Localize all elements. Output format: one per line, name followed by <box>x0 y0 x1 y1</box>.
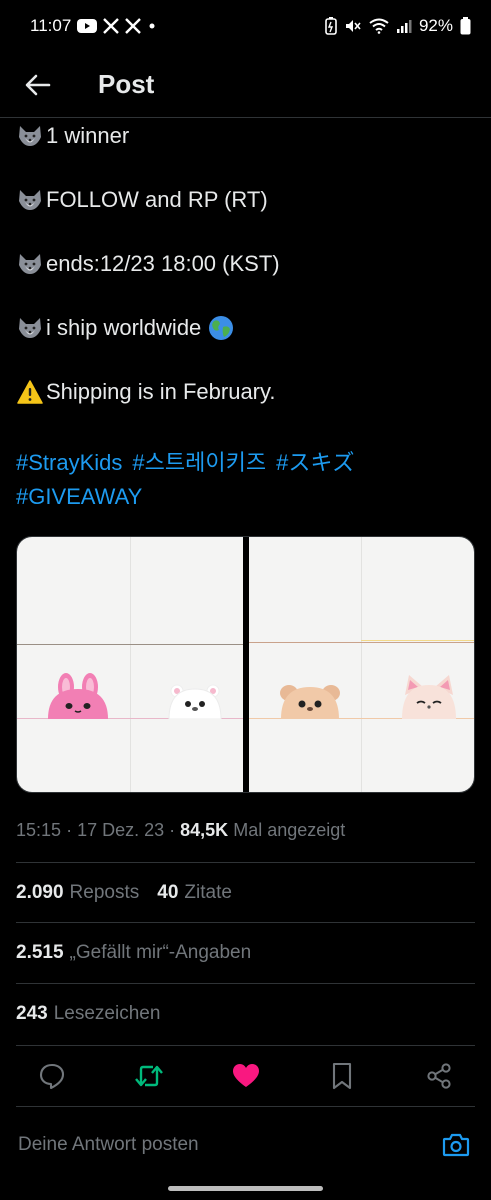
reply-icon <box>39 1063 65 1090</box>
reply-composer: Deine Antwort posten <box>0 1110 491 1180</box>
tweet-photo[interactable] <box>17 537 243 792</box>
back-button[interactable] <box>18 65 58 105</box>
tweet-line: Shipping is in February. <box>16 376 476 408</box>
post-meta: 15:15 · 17 Dez. 23 · 84,5K Mal angezeigt <box>16 820 345 841</box>
arrow-left-icon <box>25 74 51 95</box>
globe-emoji-icon <box>207 314 235 342</box>
likes-count[interactable]: 2.515 <box>16 942 64 964</box>
reposts-quotes-row: 2.090 Reposts 40 Zitate <box>16 862 475 922</box>
fox-plush <box>399 673 459 724</box>
x-logo-icon <box>103 18 120 34</box>
tweet-line-text: i ship worldwide <box>46 315 202 340</box>
pink-rabbit-plush <box>45 673 111 724</box>
status-time: 11:07 <box>30 16 72 35</box>
quotes-label[interactable]: Zitate <box>184 882 232 904</box>
bookmarks-count: 243 <box>16 1002 48 1024</box>
x-logo-icon <box>125 18 142 34</box>
like-icon <box>232 1064 259 1087</box>
reposts-label[interactable]: Reposts <box>70 882 140 904</box>
bookmarks-row: 243 Lesezeichen <box>16 983 475 1043</box>
like-button[interactable] <box>228 1058 264 1094</box>
wolf-emoji-icon <box>16 122 44 150</box>
wolf-emoji-icon <box>16 250 44 278</box>
battery-percent: 92% <box>418 16 453 35</box>
bookmark-button[interactable] <box>324 1058 360 1094</box>
reply-button[interactable] <box>34 1058 70 1094</box>
separator-dot: · <box>66 820 78 840</box>
tweet-line: i ship worldwide <box>16 312 476 344</box>
page-title: Post <box>98 69 155 99</box>
youtube-icon <box>77 19 98 33</box>
mute-icon <box>344 17 362 35</box>
battery-saver-icon <box>325 17 337 35</box>
post-time: 15:15 <box>16 820 62 840</box>
views-count: 84,5K <box>180 820 229 840</box>
quotes-count[interactable]: 40 <box>157 882 178 904</box>
repost-icon <box>134 1065 163 1087</box>
repost-button[interactable] <box>131 1058 167 1094</box>
bookmarks-label: Lesezeichen <box>53 1002 161 1024</box>
tweet-line: FOLLOW and RP (RT) <box>16 184 476 216</box>
wolf-emoji-icon <box>16 186 44 214</box>
hashtag-link[interactable]: #スキズ <box>276 450 354 475</box>
views-label: Mal angezeigt <box>233 820 346 840</box>
tweet-line-text: 1 winner <box>46 123 130 148</box>
action-bar <box>16 1045 475 1107</box>
hashtag-link[interactable]: #스트레이키즈 <box>132 450 266 475</box>
share-button[interactable] <box>421 1058 457 1094</box>
hashtag-link[interactable]: #GIVEAWAY <box>16 484 142 509</box>
white-bear-plush <box>167 683 223 724</box>
home-indicator <box>168 1186 323 1191</box>
media-grid <box>16 536 475 793</box>
warning-emoji-icon <box>16 378 44 406</box>
post-header: Post <box>0 52 491 118</box>
reposts-count[interactable]: 2.090 <box>16 882 64 904</box>
wifi-icon <box>369 18 389 34</box>
hashtags: #StrayKids #스트레이키즈 #スキズ #GIVEAWAY <box>16 446 476 514</box>
post-date: 17 Dez. 23 <box>77 820 165 840</box>
camera-icon <box>442 1133 470 1157</box>
status-bar: 11:07 92% <box>0 0 491 52</box>
battery-icon <box>460 17 471 35</box>
dot-icon <box>147 21 157 31</box>
likes-row[interactable]: 2.515 „Gefällt mir“-Angaben <box>16 922 475 982</box>
tweet-line-text: Shipping is in February. <box>46 379 276 404</box>
tweet-photo[interactable] <box>248 537 474 792</box>
wolf-emoji-icon <box>16 314 44 342</box>
tweet-line-text: FOLLOW and RP (RT) <box>46 187 268 212</box>
bookmark-icon <box>333 1062 352 1090</box>
reply-input[interactable]: Deine Antwort posten <box>18 1134 439 1156</box>
beige-puppy-plush <box>277 683 343 724</box>
tweet-line: 1 winner <box>16 120 476 152</box>
separator-dot: · <box>169 820 181 840</box>
tweet-line-text: ends:12/23 18:00 (KST) <box>46 251 280 276</box>
likes-label[interactable]: „Gefällt mir“-Angaben <box>70 942 252 964</box>
tweet-text: 1 winner FOLLOW and RP (RT) ends:12/23 1… <box>16 120 476 440</box>
share-icon <box>427 1063 451 1089</box>
tweet-line: ends:12/23 18:00 (KST) <box>16 248 476 280</box>
hashtag-link[interactable]: #StrayKids <box>16 450 122 475</box>
signal-icon <box>396 18 412 34</box>
camera-button[interactable] <box>439 1128 473 1162</box>
